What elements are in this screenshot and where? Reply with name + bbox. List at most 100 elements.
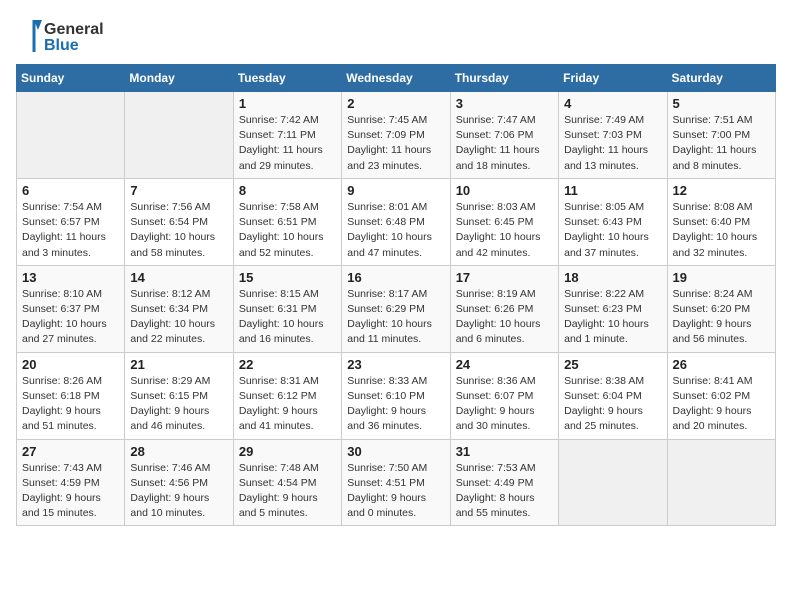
calendar-cell: 8Sunrise: 7:58 AM Sunset: 6:51 PM Daylig…: [233, 178, 341, 265]
day-number: 16: [347, 270, 444, 285]
weekday-header-wednesday: Wednesday: [342, 65, 450, 92]
day-detail: Sunrise: 7:48 AM Sunset: 4:54 PM Dayligh…: [239, 461, 336, 522]
weekday-header-friday: Friday: [559, 65, 667, 92]
day-detail: Sunrise: 7:47 AM Sunset: 7:06 PM Dayligh…: [456, 113, 553, 174]
calendar-cell: 6 Sunrise: 7:54 AM Sunset: 6:57 PM Daylig…: [17, 178, 125, 265]
calendar-cell: 1 Sunrise: 7:42 AM Sunset: 7:11 PM Daylig…: [233, 92, 341, 179]
day-number: 3: [456, 96, 553, 111]
weekday-header-sunday: Sunday: [17, 65, 125, 92]
day-detail: Sunrise: 8:01 AM Sunset: 6:48 PM Dayligh…: [347, 200, 444, 261]
day-detail: Sunrise: 7:54 AM Sunset: 6:57 PM Dayligh…: [22, 200, 119, 261]
day-detail: Sunrise: 8:29 AM Sunset: 6:15 PM Dayligh…: [130, 374, 227, 435]
page-header: GeneralBlue: [16, 16, 776, 54]
calendar-cell: [17, 92, 125, 179]
day-number: 6: [22, 183, 119, 198]
calendar-cell: 23 Sunrise: 8:33 AM Sunset: 6:10 PM Dayli…: [342, 352, 450, 439]
calendar-week-3: 13Sunrise: 8:10 AM Sunset: 6:37 PM Dayli…: [17, 265, 776, 352]
calendar-cell: 13Sunrise: 8:10 AM Sunset: 6:37 PM Dayli…: [17, 265, 125, 352]
calendar-cell: 18 Sunrise: 8:22 AM Sunset: 6:23 PM Dayli…: [559, 265, 667, 352]
calendar-week-5: 27Sunrise: 7:43 AM Sunset: 4:59 PM Dayli…: [17, 439, 776, 526]
calendar-cell: 24 Sunrise: 8:36 AM Sunset: 6:07 PM Dayli…: [450, 352, 558, 439]
calendar-week-2: 6 Sunrise: 7:54 AM Sunset: 6:57 PM Daylig…: [17, 178, 776, 265]
day-number: 21: [130, 357, 227, 372]
weekday-header-thursday: Thursday: [450, 65, 558, 92]
day-number: 15: [239, 270, 336, 285]
day-number: 1: [239, 96, 336, 111]
calendar-cell: 12 Sunrise: 8:08 AM Sunset: 6:40 PM Dayli…: [667, 178, 775, 265]
calendar-cell: 27Sunrise: 7:43 AM Sunset: 4:59 PM Dayli…: [17, 439, 125, 526]
day-number: 24: [456, 357, 553, 372]
day-number: 19: [673, 270, 770, 285]
day-number: 9: [347, 183, 444, 198]
day-number: 18: [564, 270, 661, 285]
day-detail: Sunrise: 8:36 AM Sunset: 6:07 PM Dayligh…: [456, 374, 553, 435]
calendar-cell: 31 Sunrise: 7:53 AM Sunset: 4:49 PM Dayli…: [450, 439, 558, 526]
calendar-cell: 29 Sunrise: 7:48 AM Sunset: 4:54 PM Dayli…: [233, 439, 341, 526]
svg-text:Blue: Blue: [44, 37, 79, 54]
calendar-cell: 10 Sunrise: 8:03 AM Sunset: 6:45 PM Dayli…: [450, 178, 558, 265]
day-detail: Sunrise: 8:17 AM Sunset: 6:29 PM Dayligh…: [347, 287, 444, 348]
day-number: 23: [347, 357, 444, 372]
day-detail: Sunrise: 8:15 AM Sunset: 6:31 PM Dayligh…: [239, 287, 336, 348]
calendar-cell: [667, 439, 775, 526]
svg-text:General: General: [44, 21, 104, 38]
calendar-cell: 19 Sunrise: 8:24 AM Sunset: 6:20 PM Dayli…: [667, 265, 775, 352]
calendar-cell: 16 Sunrise: 8:17 AM Sunset: 6:29 PM Dayli…: [342, 265, 450, 352]
day-number: 22: [239, 357, 336, 372]
day-detail: Sunrise: 7:45 AM Sunset: 7:09 PM Dayligh…: [347, 113, 444, 174]
logo: GeneralBlue: [16, 16, 106, 54]
day-detail: Sunrise: 7:56 AM Sunset: 6:54 PM Dayligh…: [130, 200, 227, 261]
day-detail: Sunrise: 7:50 AM Sunset: 4:51 PM Dayligh…: [347, 461, 444, 522]
day-detail: Sunrise: 8:26 AM Sunset: 6:18 PM Dayligh…: [22, 374, 119, 435]
day-number: 14: [130, 270, 227, 285]
weekday-header-row: SundayMondayTuesdayWednesdayThursdayFrid…: [17, 65, 776, 92]
day-detail: Sunrise: 8:24 AM Sunset: 6:20 PM Dayligh…: [673, 287, 770, 348]
day-number: 20: [22, 357, 119, 372]
calendar-cell: [125, 92, 233, 179]
day-detail: Sunrise: 8:08 AM Sunset: 6:40 PM Dayligh…: [673, 200, 770, 261]
day-number: 30: [347, 444, 444, 459]
day-number: 8: [239, 183, 336, 198]
day-number: 26: [673, 357, 770, 372]
calendar-cell: 21 Sunrise: 8:29 AM Sunset: 6:15 PM Dayli…: [125, 352, 233, 439]
calendar-cell: 25Sunrise: 8:38 AM Sunset: 6:04 PM Dayli…: [559, 352, 667, 439]
calendar-cell: 15 Sunrise: 8:15 AM Sunset: 6:31 PM Dayli…: [233, 265, 341, 352]
calendar-cell: 20 Sunrise: 8:26 AM Sunset: 6:18 PM Dayli…: [17, 352, 125, 439]
day-detail: Sunrise: 8:19 AM Sunset: 6:26 PM Dayligh…: [456, 287, 553, 348]
day-detail: Sunrise: 8:10 AM Sunset: 6:37 PM Dayligh…: [22, 287, 119, 348]
day-detail: Sunrise: 7:53 AM Sunset: 4:49 PM Dayligh…: [456, 461, 553, 522]
day-number: 31: [456, 444, 553, 459]
calendar-week-1: 1 Sunrise: 7:42 AM Sunset: 7:11 PM Daylig…: [17, 92, 776, 179]
day-detail: Sunrise: 8:12 AM Sunset: 6:34 PM Dayligh…: [130, 287, 227, 348]
day-number: 12: [673, 183, 770, 198]
calendar-week-4: 20 Sunrise: 8:26 AM Sunset: 6:18 PM Dayli…: [17, 352, 776, 439]
weekday-header-monday: Monday: [125, 65, 233, 92]
day-number: 29: [239, 444, 336, 459]
calendar-cell: [559, 439, 667, 526]
calendar-cell: 3 Sunrise: 7:47 AM Sunset: 7:06 PM Daylig…: [450, 92, 558, 179]
calendar-cell: 28Sunrise: 7:46 AM Sunset: 4:56 PM Dayli…: [125, 439, 233, 526]
calendar-cell: 14 Sunrise: 8:12 AM Sunset: 6:34 PM Dayli…: [125, 265, 233, 352]
weekday-header-saturday: Saturday: [667, 65, 775, 92]
day-number: 7: [130, 183, 227, 198]
calendar-cell: 11Sunrise: 8:05 AM Sunset: 6:43 PM Dayli…: [559, 178, 667, 265]
calendar-cell: 26 Sunrise: 8:41 AM Sunset: 6:02 PM Dayli…: [667, 352, 775, 439]
day-number: 5: [673, 96, 770, 111]
day-detail: Sunrise: 8:33 AM Sunset: 6:10 PM Dayligh…: [347, 374, 444, 435]
day-number: 11: [564, 183, 661, 198]
calendar-cell: 22 Sunrise: 8:31 AM Sunset: 6:12 PM Dayli…: [233, 352, 341, 439]
calendar-cell: 2Sunrise: 7:45 AM Sunset: 7:09 PM Daylig…: [342, 92, 450, 179]
day-number: 28: [130, 444, 227, 459]
day-detail: Sunrise: 8:38 AM Sunset: 6:04 PM Dayligh…: [564, 374, 661, 435]
day-number: 10: [456, 183, 553, 198]
calendar-cell: 17 Sunrise: 8:19 AM Sunset: 6:26 PM Dayli…: [450, 265, 558, 352]
day-detail: Sunrise: 8:31 AM Sunset: 6:12 PM Dayligh…: [239, 374, 336, 435]
day-number: 17: [456, 270, 553, 285]
calendar-cell: 7 Sunrise: 7:56 AM Sunset: 6:54 PM Daylig…: [125, 178, 233, 265]
calendar-cell: 5Sunrise: 7:51 AM Sunset: 7:00 PM Daylig…: [667, 92, 775, 179]
day-detail: Sunrise: 8:41 AM Sunset: 6:02 PM Dayligh…: [673, 374, 770, 435]
logo-svg: GeneralBlue: [16, 16, 106, 54]
day-detail: Sunrise: 7:42 AM Sunset: 7:11 PM Dayligh…: [239, 113, 336, 174]
day-detail: Sunrise: 8:22 AM Sunset: 6:23 PM Dayligh…: [564, 287, 661, 348]
day-detail: Sunrise: 8:03 AM Sunset: 6:45 PM Dayligh…: [456, 200, 553, 261]
